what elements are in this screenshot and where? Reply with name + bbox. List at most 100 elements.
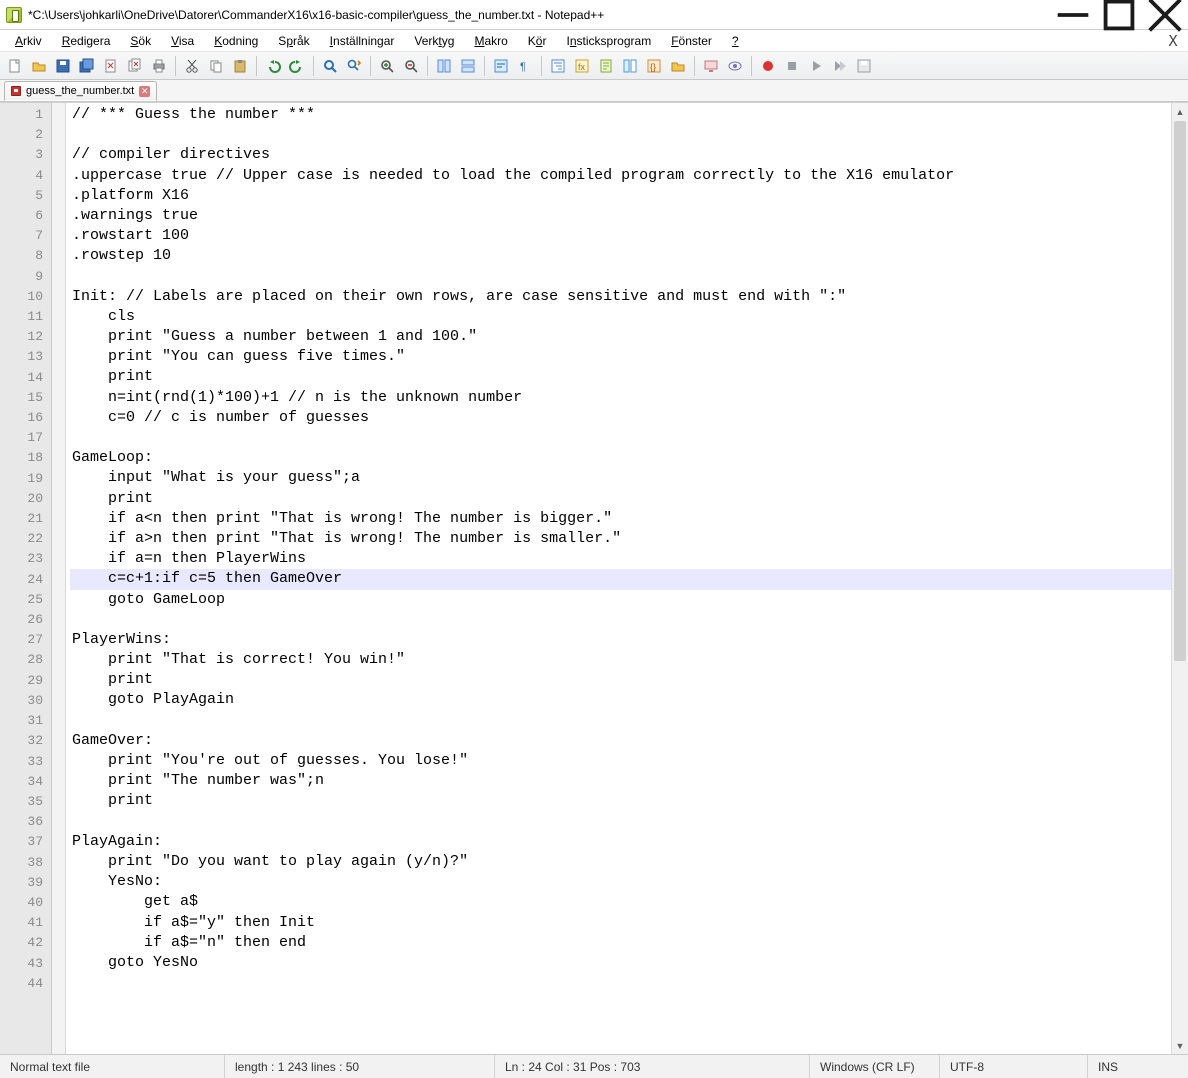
save-macro-icon[interactable]: [853, 55, 875, 77]
code-line[interactable]: .uppercase true // Upper case is needed …: [70, 166, 1171, 186]
code-line[interactable]: if a$="y" then Init: [70, 913, 1171, 933]
code-line[interactable]: Init: // Labels are placed on their own …: [70, 287, 1171, 307]
save-all-icon[interactable]: [76, 55, 98, 77]
code-line[interactable]: [70, 610, 1171, 630]
code-line[interactable]: goto GameLoop: [70, 590, 1171, 610]
zoom-in-icon[interactable]: [376, 55, 398, 77]
code-line[interactable]: // compiler directives: [70, 145, 1171, 165]
status-ins-mode[interactable]: INS: [1088, 1055, 1188, 1078]
code-line[interactable]: if a<n then print "That is wrong! The nu…: [70, 509, 1171, 529]
code-line[interactable]: if a>n then print "That is wrong! The nu…: [70, 529, 1171, 549]
code-line[interactable]: print "That is correct! You win!": [70, 650, 1171, 670]
code-line[interactable]: print: [70, 670, 1171, 690]
code-line[interactable]: // *** Guess the number ***: [70, 105, 1171, 125]
tab-guess-the-number[interactable]: guess_the_number.txt ✕: [4, 81, 157, 101]
code-line[interactable]: print: [70, 791, 1171, 811]
code-line[interactable]: [70, 125, 1171, 145]
code-line[interactable]: GameOver:: [70, 731, 1171, 751]
sync-v-icon[interactable]: [433, 55, 455, 77]
scrollbar-thumb[interactable]: [1174, 121, 1186, 661]
code-line[interactable]: [70, 711, 1171, 731]
paste-icon[interactable]: [229, 55, 251, 77]
wordwrap-icon[interactable]: [490, 55, 512, 77]
code-line[interactable]: .platform X16: [70, 186, 1171, 206]
menu-item[interactable]: Visa: [162, 32, 203, 50]
monitor-icon[interactable]: [700, 55, 722, 77]
sync-h-icon[interactable]: [457, 55, 479, 77]
code-line[interactable]: GameLoop:: [70, 448, 1171, 468]
maximize-button[interactable]: [1096, 0, 1142, 29]
print-icon[interactable]: [148, 55, 170, 77]
menu-item[interactable]: Arkiv: [6, 32, 51, 50]
stop-icon[interactable]: [781, 55, 803, 77]
menu-item[interactable]: Kör: [519, 32, 556, 50]
close-all-icon[interactable]: [124, 55, 146, 77]
code-line[interactable]: goto YesNo: [70, 953, 1171, 973]
code-line[interactable]: print "Do you want to play again (y/n)?": [70, 852, 1171, 872]
record-icon[interactable]: [757, 55, 779, 77]
tab-close-icon[interactable]: ✕: [139, 86, 150, 97]
vertical-scrollbar[interactable]: ▲ ▼: [1171, 103, 1188, 1054]
menu-item[interactable]: Kodning: [205, 32, 267, 50]
code-line[interactable]: [70, 812, 1171, 832]
lang-icon[interactable]: fx: [571, 55, 593, 77]
code-line[interactable]: goto PlayAgain: [70, 690, 1171, 710]
doc-list-icon[interactable]: [619, 55, 641, 77]
doc-map-icon[interactable]: [595, 55, 617, 77]
code-line[interactable]: [70, 267, 1171, 287]
menu-item[interactable]: Makro: [465, 32, 516, 50]
indent-guide-icon[interactable]: [547, 55, 569, 77]
find-icon[interactable]: [319, 55, 341, 77]
scroll-down-arrow-icon[interactable]: ▼: [1172, 1037, 1188, 1054]
menu-item[interactable]: ?: [723, 32, 748, 50]
code-line[interactable]: print "You're out of guesses. You lose!": [70, 751, 1171, 771]
replace-icon[interactable]: [343, 55, 365, 77]
scroll-up-arrow-icon[interactable]: ▲: [1172, 103, 1188, 120]
menu-item[interactable]: Sök: [121, 32, 160, 50]
code-line[interactable]: if a=n then PlayerWins: [70, 549, 1171, 569]
folder-icon[interactable]: [667, 55, 689, 77]
code-line[interactable]: [70, 428, 1171, 448]
code-line[interactable]: cls: [70, 307, 1171, 327]
code-line[interactable]: YesNo:: [70, 872, 1171, 892]
undo-icon[interactable]: [262, 55, 284, 77]
code-line[interactable]: .warnings true: [70, 206, 1171, 226]
copy-icon[interactable]: [205, 55, 227, 77]
menubar-close-doc-button[interactable]: X: [1164, 32, 1182, 50]
close-icon[interactable]: [100, 55, 122, 77]
menu-item[interactable]: Verktyg: [405, 32, 463, 50]
code-line[interactable]: print: [70, 367, 1171, 387]
code-line[interactable]: print "Guess a number between 1 and 100.…: [70, 327, 1171, 347]
func-list-icon[interactable]: {}: [643, 55, 665, 77]
cut-icon[interactable]: [181, 55, 203, 77]
minimize-button[interactable]: [1050, 0, 1096, 29]
code-line[interactable]: PlayerWins:: [70, 630, 1171, 650]
code-line[interactable]: [70, 973, 1171, 993]
close-window-button[interactable]: [1142, 0, 1188, 29]
code-line[interactable]: c=0 // c is number of guesses: [70, 408, 1171, 428]
show-all-chars-icon[interactable]: ¶: [514, 55, 536, 77]
code-line[interactable]: PlayAgain:: [70, 832, 1171, 852]
code-line[interactable]: print "You can guess five times.": [70, 347, 1171, 367]
menu-item[interactable]: Insticksprogram: [557, 32, 660, 50]
code-line[interactable]: c=c+1:if c=5 then GameOver: [70, 569, 1171, 589]
play-multi-icon[interactable]: [829, 55, 851, 77]
menu-item[interactable]: Inställningar: [321, 32, 404, 50]
redo-icon[interactable]: [286, 55, 308, 77]
code-line[interactable]: n=int(rnd(1)*100)+1 // n is the unknown …: [70, 388, 1171, 408]
play-icon[interactable]: [805, 55, 827, 77]
code-line[interactable]: get a$: [70, 892, 1171, 912]
code-line[interactable]: .rowstart 100: [70, 226, 1171, 246]
code-line[interactable]: if a$="n" then end: [70, 933, 1171, 953]
code-line[interactable]: .rowstep 10: [70, 246, 1171, 266]
code-area[interactable]: // *** Guess the number *** // compiler d…: [66, 103, 1171, 1054]
status-encoding[interactable]: UTF-8: [940, 1055, 1088, 1078]
code-line[interactable]: print "The number was";n: [70, 771, 1171, 791]
menu-item[interactable]: Språk: [269, 32, 318, 50]
code-line[interactable]: print: [70, 489, 1171, 509]
save-icon[interactable]: [52, 55, 74, 77]
open-file-icon[interactable]: [28, 55, 50, 77]
menu-item[interactable]: Fönster: [662, 32, 721, 50]
menu-item[interactable]: Redigera: [53, 32, 120, 50]
code-line[interactable]: input "What is your guess";a: [70, 468, 1171, 488]
